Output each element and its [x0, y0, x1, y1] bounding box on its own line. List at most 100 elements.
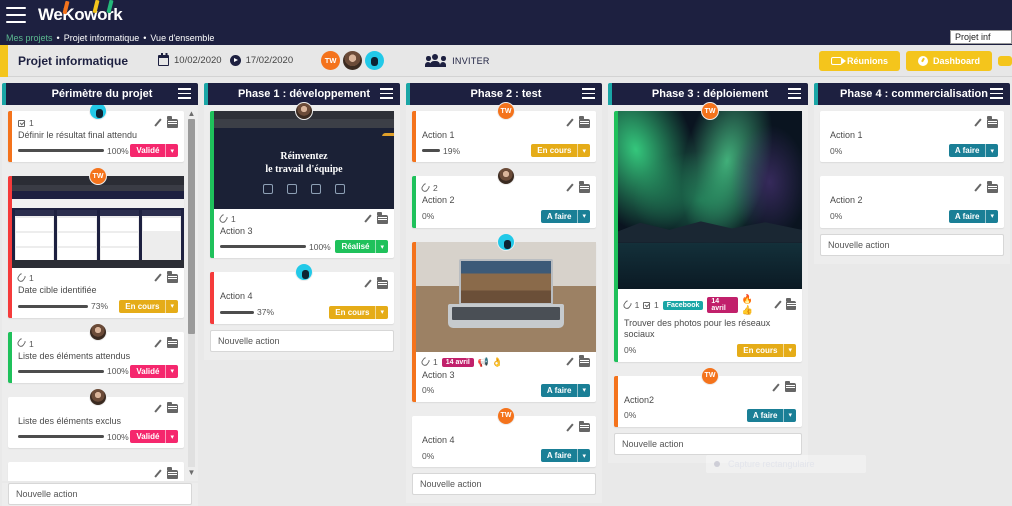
card[interactable]: TW Action 4 0% A faire ▾	[412, 406, 596, 467]
edit-pencil-icon[interactable]	[565, 423, 575, 433]
folder-icon[interactable]	[987, 181, 998, 193]
breadcrumb-item-projet-informatique[interactable]: Projet informatique	[64, 33, 140, 43]
status-control[interactable]: Validé ▾	[130, 364, 178, 378]
folder-icon[interactable]	[579, 116, 590, 128]
status-badge[interactable]: Validé	[130, 364, 166, 378]
chevron-down-icon[interactable]: ▾	[577, 209, 590, 223]
folder-icon[interactable]	[167, 401, 178, 414]
folder-icon[interactable]	[167, 467, 178, 479]
dashboard-button[interactable]: Dashboard	[905, 50, 992, 71]
status-control[interactable]: A faire ▾	[948, 209, 998, 223]
folder-icon[interactable]	[785, 298, 796, 310]
new-action-input[interactable]: Nouvelle action	[614, 432, 802, 455]
avatar-photo[interactable]	[343, 51, 363, 70]
new-action-input[interactable]: Nouvelle action	[210, 329, 394, 352]
edit-pencil-icon[interactable]	[363, 214, 373, 224]
chevron-down-icon[interactable]: ▾	[985, 209, 998, 223]
edit-pencil-icon[interactable]	[153, 273, 163, 283]
card[interactable]: 1 14 avril 📢 👌 Action 3 0% A faire ▾	[412, 232, 596, 402]
card[interactable]: 2 Action 2 0% A faire ▾	[412, 167, 596, 228]
card[interactable]: Action 2 0% A faire ▾	[820, 176, 1004, 228]
chevron-down-icon[interactable]: ▾	[577, 449, 590, 462]
avatar-tw[interactable]: TW	[89, 167, 107, 186]
status-control[interactable]: A faire ▾	[948, 144, 998, 158]
edit-pencil-icon[interactable]	[363, 279, 373, 289]
status-badge[interactable]: Validé	[130, 430, 166, 443]
chevron-down-icon[interactable]: ▾	[165, 144, 178, 158]
status-control[interactable]: A faire ▾	[540, 449, 590, 462]
avatar-tw[interactable]: TW	[321, 51, 341, 70]
avatar-photo[interactable]	[89, 322, 107, 341]
status-badge[interactable]: En cours	[329, 305, 376, 319]
invite-button[interactable]: INVITER	[425, 54, 490, 67]
avatar-tw[interactable]: TW	[701, 366, 719, 385]
burger-menu-icon[interactable]	[6, 7, 26, 23]
chevron-down-icon[interactable]: ▾	[783, 408, 796, 422]
folder-icon[interactable]	[579, 420, 590, 433]
app-logo[interactable]: WeKowork	[38, 0, 123, 25]
edit-pencil-icon[interactable]	[153, 469, 163, 479]
chevron-down-icon[interactable]: ▾	[577, 383, 590, 397]
chevron-down-icon[interactable]: ▾	[165, 299, 178, 313]
status-control[interactable]: A faire ▾	[746, 408, 796, 422]
card[interactable]: TW 1 1 Facebook 14 avril 🔥 👍 Trouver des…	[614, 102, 802, 362]
status-badge[interactable]: En cours	[119, 299, 166, 313]
scroll-up-arrow-icon[interactable]: ▲	[187, 109, 196, 118]
column-menu-icon[interactable]	[178, 88, 191, 99]
status-badge[interactable]: Réalisé	[335, 240, 376, 254]
card[interactable]: TW Action2 0% A faire ▾	[614, 366, 802, 427]
status-control[interactable]: En cours ▾	[737, 343, 796, 357]
edit-pencil-icon[interactable]	[771, 383, 781, 393]
column-menu-icon[interactable]	[380, 88, 393, 99]
overflow-button[interactable]	[998, 55, 1012, 66]
column-menu-icon[interactable]	[582, 88, 595, 99]
chevron-down-icon[interactable]: ▾	[165, 430, 178, 443]
status-badge[interactable]: A faire	[540, 209, 578, 223]
chevron-down-icon[interactable]: ▾	[783, 343, 796, 357]
status-control[interactable]: En cours ▾	[119, 299, 178, 313]
status-control[interactable]: A faire ▾	[540, 209, 590, 223]
folder-icon[interactable]	[167, 336, 178, 348]
card[interactable]: Liste des éléments exclus 100% Validé ▾	[8, 387, 184, 448]
card[interactable]: TW Action 1 19% En cours ▾	[412, 102, 596, 163]
edit-pencil-icon[interactable]	[565, 183, 575, 193]
chevron-down-icon[interactable]: ▾	[985, 144, 998, 158]
chevron-down-icon[interactable]: ▾	[577, 144, 590, 158]
card[interactable]: Réinventez le travail d'équipe 1 Action …	[210, 102, 394, 259]
folder-icon[interactable]	[167, 271, 178, 283]
status-control[interactable]: Réalisé ▾	[335, 240, 388, 254]
status-badge[interactable]: A faire	[540, 383, 578, 397]
folder-icon[interactable]	[377, 212, 388, 224]
edit-pencil-icon[interactable]	[565, 118, 575, 128]
breadcrumb-item-vue-densemble[interactable]: Vue d'ensemble	[150, 33, 214, 43]
folder-icon[interactable]	[579, 181, 590, 193]
avatar-cyan[interactable]	[295, 263, 313, 282]
avatar-photo[interactable]	[89, 387, 107, 406]
status-badge[interactable]: Validé	[130, 144, 166, 158]
status-badge[interactable]: A faire	[948, 209, 986, 223]
card[interactable]: Action 4 37% En cours ▾	[210, 263, 394, 324]
avatar-photo[interactable]	[295, 102, 313, 120]
card[interactable]: 1 Liste des éléments attendus 100% Valid…	[8, 322, 184, 383]
status-control[interactable]: En cours ▾	[329, 305, 388, 319]
status-badge[interactable]: A faire	[746, 408, 784, 422]
new-action-input[interactable]: Nouvelle action	[412, 473, 596, 495]
new-action-input[interactable]: Nouvelle action	[820, 233, 1004, 256]
avatar-photo[interactable]	[497, 167, 515, 186]
capture-rectangulaire-overlay[interactable]: Capture rectangulaire	[706, 455, 866, 473]
avatar-cyan[interactable]	[497, 232, 515, 251]
status-badge[interactable]: En cours	[737, 343, 784, 357]
folder-icon[interactable]	[579, 355, 590, 367]
card[interactable]: Action 1 0% A faire ▾	[820, 111, 1004, 163]
column-menu-icon[interactable]	[788, 88, 801, 99]
column-scrollbar[interactable]: ▲ ▼	[187, 109, 196, 477]
status-badge[interactable]: A faire	[948, 144, 986, 158]
status-badge[interactable]: A faire	[540, 449, 578, 462]
status-control[interactable]: En cours ▾	[531, 144, 590, 158]
edit-pencil-icon[interactable]	[973, 183, 983, 193]
avatar-tw[interactable]: TW	[497, 102, 515, 120]
edit-pencil-icon[interactable]	[153, 404, 163, 414]
chevron-down-icon[interactable]: ▾	[375, 305, 388, 319]
scroll-down-arrow-icon[interactable]: ▼	[187, 468, 196, 477]
breadcrumb-item-mes-projets[interactable]: Mes projets	[6, 33, 53, 43]
